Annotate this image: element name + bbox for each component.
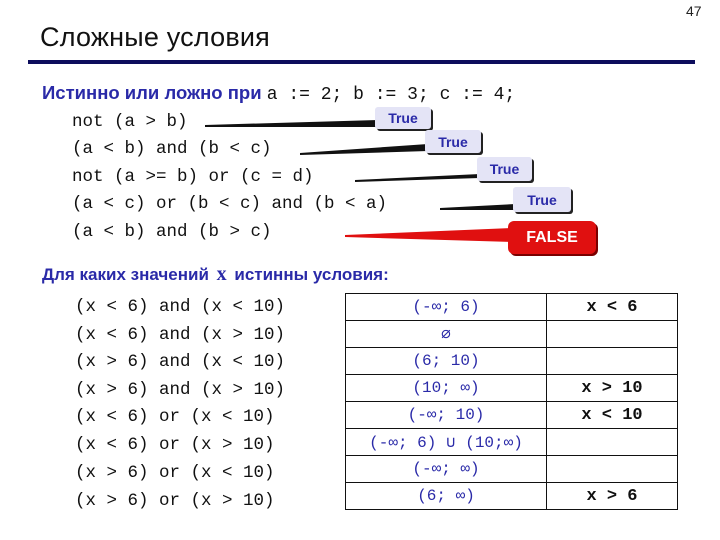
expression-4: (a < c) or (b < c) and (b < a): [72, 194, 388, 214]
table-row: ∅: [345, 320, 678, 348]
simplified-cell: x > 6: [546, 482, 678, 510]
variable-assignments: a := 2; b := 3; c := 4;: [266, 85, 516, 105]
table-row: (-∞; 6) x < 6: [345, 293, 678, 321]
pointer-false: [345, 228, 512, 242]
interval-cell: (6; 10): [345, 347, 547, 375]
page-number: 47: [686, 3, 702, 19]
interval-cell: ∅: [345, 320, 547, 348]
simplified-cell: x < 10: [546, 401, 678, 429]
condition-row-8: (x > 6) or (x > 10): [75, 491, 275, 511]
expression-5: (a < b) and (b > c): [72, 222, 272, 242]
table-row: (-∞; 6) ∪ (10;∞): [345, 428, 678, 456]
simplified-cell: [546, 320, 678, 348]
answer-callout-1: True: [375, 107, 431, 129]
title-divider: [28, 60, 695, 64]
condition-row-3: (x > 6) and (x < 10): [75, 352, 286, 372]
condition-row-1: (x < 6) and (x < 10): [75, 297, 286, 317]
answer-callout-3: True: [477, 157, 532, 181]
condition-row-4: (x > 6) and (x > 10): [75, 380, 286, 400]
table-row: (-∞; 10) x < 10: [345, 401, 678, 429]
expression-3: not (a >= b) or (c = d): [72, 167, 314, 187]
expression-2: (a < b) and (b < c): [72, 139, 272, 159]
answer-callout-false: FALSE: [508, 221, 596, 254]
condition-row-7: (x > 6) or (x < 10): [75, 463, 275, 483]
pointer-1: [205, 120, 378, 127]
interval-cell: (-∞; 6) ∪ (10;∞): [345, 428, 547, 456]
question2-variable: x: [216, 263, 227, 285]
pointer-3: [355, 174, 480, 182]
question2-prompt-before: Для каких значений: [42, 265, 209, 284]
simplified-cell: [546, 347, 678, 375]
simplified-cell: [546, 428, 678, 456]
answer-callout-4: True: [513, 187, 571, 212]
condition-row-6: (x < 6) or (x > 10): [75, 435, 275, 455]
question1-prompt-text: Истинно или ложно при: [42, 82, 262, 103]
question2-prompt-after: истинны условия:: [234, 265, 389, 284]
pointer-4: [440, 204, 516, 210]
simplified-cell: [546, 455, 678, 483]
condition-row-5: (x < 6) or (x < 10): [75, 407, 275, 427]
interval-cell: (6; ∞): [345, 482, 547, 510]
condition-row-2: (x < 6) and (x > 10): [75, 325, 286, 345]
answers-table: (-∞; 6) x < 6 ∅ (6; 10) (10; ∞) x > 10 (…: [345, 293, 678, 510]
answer-callout-2: True: [425, 130, 481, 153]
interval-cell: (-∞; 6): [345, 293, 547, 321]
simplified-cell: x < 6: [546, 293, 678, 321]
pointer-2: [300, 144, 428, 155]
slide-title: Сложные условия: [40, 22, 270, 52]
table-row: (6; 10): [345, 347, 678, 375]
question2-prompt: Для каких значений x истинны условия:: [42, 263, 389, 286]
interval-cell: (-∞; 10): [345, 401, 547, 429]
question1-prompt: Истинно или ложно при a := 2; b := 3; c …: [42, 82, 515, 105]
interval-cell: (-∞; ∞): [345, 455, 547, 483]
simplified-cell: x > 10: [546, 374, 678, 402]
table-row: (10; ∞) x > 10: [345, 374, 678, 402]
table-row: (6; ∞) x > 6: [345, 482, 678, 510]
expression-1: not (a > b): [72, 112, 188, 132]
interval-cell: (10; ∞): [345, 374, 547, 402]
table-row: (-∞; ∞): [345, 455, 678, 483]
